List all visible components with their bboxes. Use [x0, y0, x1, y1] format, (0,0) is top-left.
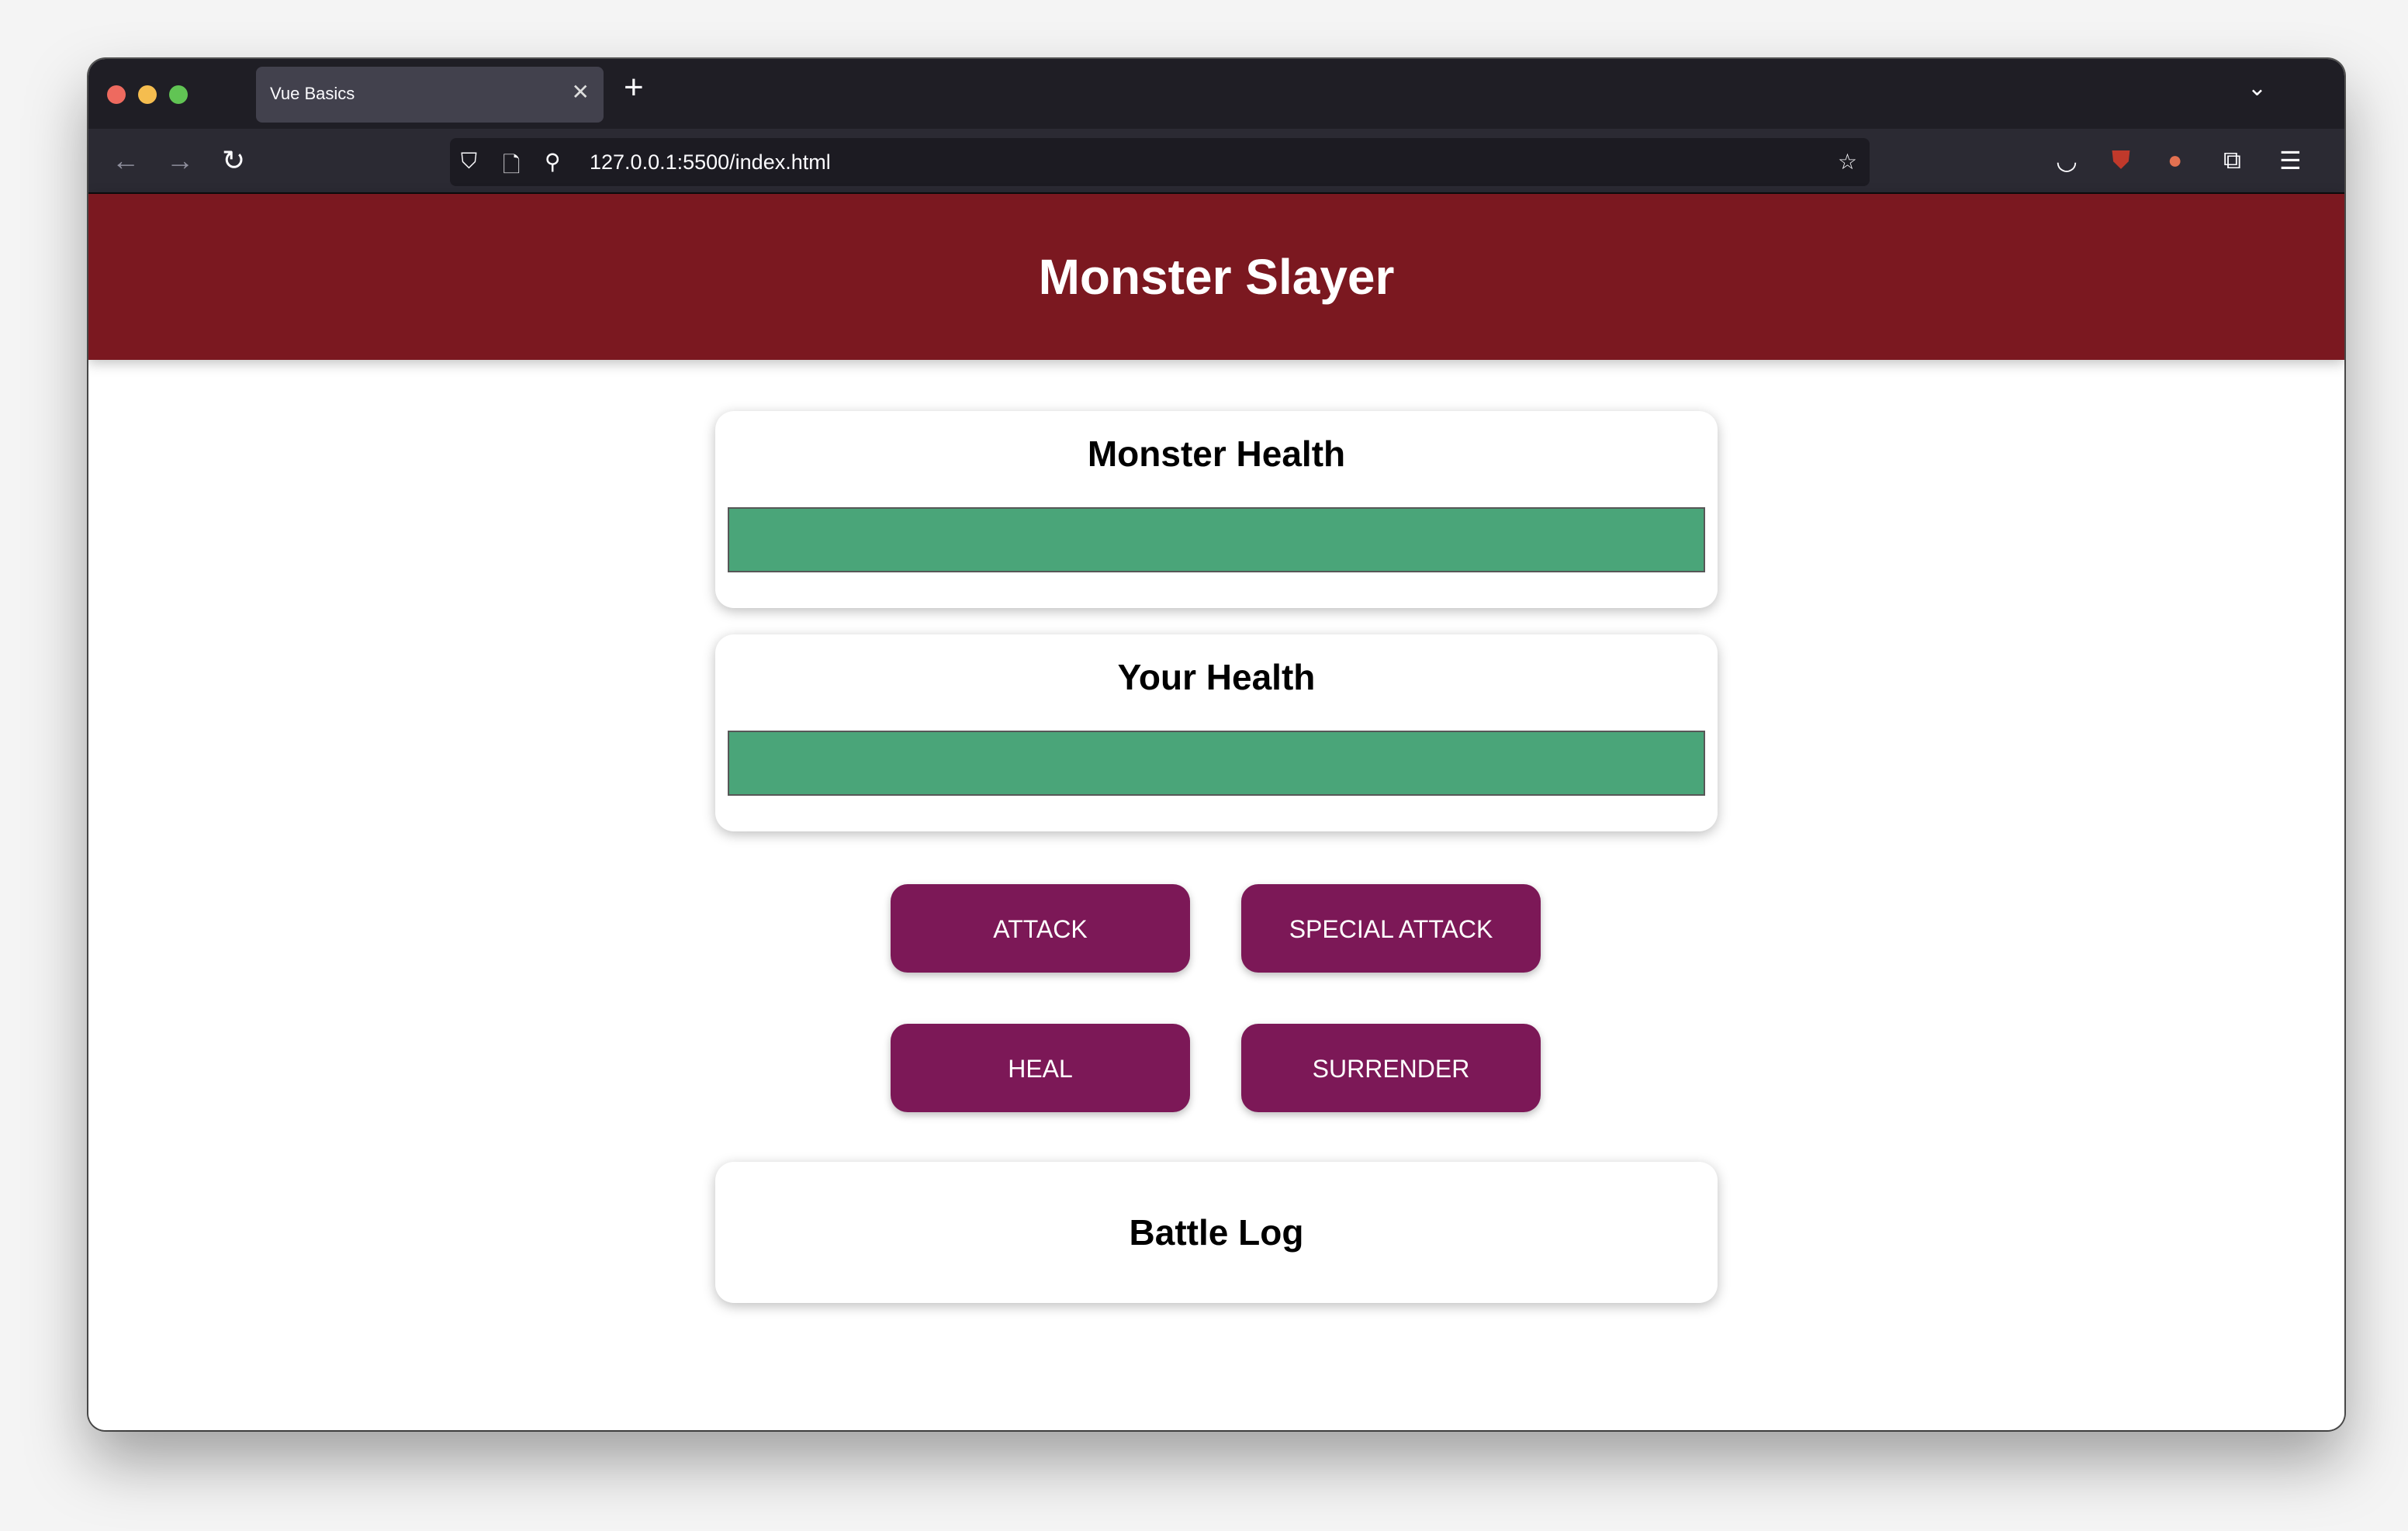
special-attack-button[interactable]: SPECIAL ATTACK — [1241, 884, 1541, 973]
nav-toolbar: ← → ↻ ⛉ 🗋 ⚲ 127.0.0.1:5500/index.html ☆ … — [88, 129, 2344, 194]
bookmark-star-icon[interactable]: ☆ — [1838, 149, 1857, 175]
tab-title: Vue Basics — [270, 84, 355, 103]
close-window-button[interactable] — [107, 85, 126, 104]
ublock-origin-icon[interactable]: ⛊ — [2112, 146, 2130, 175]
reload-icon[interactable]: ↻ — [222, 144, 245, 177]
page-icon[interactable]: 🗋 — [503, 149, 521, 186]
player-health-fill — [729, 732, 1704, 794]
tab-bar: Vue Basics ✕ + ⌄ — [88, 59, 2344, 129]
pocket-icon[interactable]: ◡ — [2056, 146, 2078, 175]
duckduckgo-icon[interactable]: ● — [2168, 146, 2182, 175]
app-title: Monster Slayer — [1038, 249, 1395, 305]
monster-health-fill — [729, 509, 1704, 571]
page-content: Monster Slayer Monster Health Your Healt… — [88, 194, 2344, 1430]
heal-button[interactable]: HEAL — [891, 1024, 1190, 1112]
new-tab-icon[interactable]: + — [624, 68, 644, 107]
player-health-bar — [728, 731, 1705, 796]
app-header: Monster Slayer — [88, 194, 2344, 360]
monster-health-bar — [728, 507, 1705, 572]
minimize-window-button[interactable] — [138, 85, 157, 104]
player-health-card: Your Health — [715, 634, 1718, 831]
monster-health-label: Monster Health — [1087, 434, 1346, 474]
url-text[interactable]: 127.0.0.1:5500/index.html — [590, 150, 831, 175]
forward-icon[interactable]: → — [166, 144, 194, 177]
back-icon[interactable]: ← — [112, 144, 140, 177]
battle-log-title: Battle Log — [1129, 1212, 1304, 1253]
player-health-label: Your Health — [1117, 657, 1316, 697]
permissions-icon[interactable]: ⚲ — [545, 149, 561, 175]
attack-button[interactable]: ATTACK — [891, 884, 1190, 973]
list-all-tabs-icon[interactable]: ⌄ — [2247, 74, 2267, 102]
battle-log-card: Battle Log — [715, 1162, 1718, 1303]
extensions-icon[interactable]: ⧉ — [2223, 146, 2241, 175]
close-tab-icon[interactable]: ✕ — [572, 79, 590, 105]
hamburger-menu-icon[interactable]: ☰ — [2279, 146, 2302, 175]
zoom-window-button[interactable] — [169, 85, 188, 104]
shield-icon[interactable]: ⛉ — [461, 149, 477, 175]
monster-health-card: Monster Health — [715, 411, 1718, 608]
tab-vue-basics[interactable]: Vue Basics ✕ — [256, 67, 604, 123]
browser-window: Vue Basics ✕ + ⌄ ← → ↻ ⛉ 🗋 ⚲ 127.0.0.1:5… — [88, 59, 2344, 1430]
surrender-button[interactable]: SURRENDER — [1241, 1024, 1541, 1112]
url-bar[interactable]: ⛉ 🗋 ⚲ 127.0.0.1:5500/index.html ☆ — [450, 138, 1870, 186]
